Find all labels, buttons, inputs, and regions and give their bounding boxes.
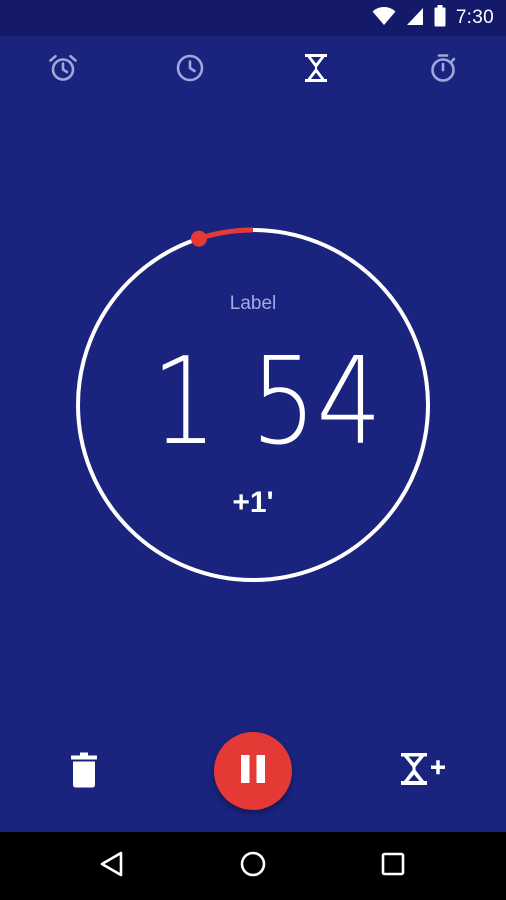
pause-icon [239,754,267,789]
signal-icon [406,6,424,31]
home-button[interactable] [233,846,273,886]
status-bar: 7:30 [0,0,506,36]
add-timer-icon [400,752,446,791]
alarm-clock-icon [48,53,78,88]
tab-bar [0,36,506,102]
add-minute-button[interactable]: +1' [0,486,506,520]
timer-minutes: 1 [151,333,218,472]
battery-icon [434,4,446,32]
delete-timer-button[interactable] [62,750,106,794]
tab-clock[interactable] [170,50,210,90]
add-timer-button[interactable] [398,748,448,794]
home-icon [239,850,267,883]
tab-stopwatch[interactable] [423,50,463,90]
hourglass-icon [303,53,329,88]
status-icons: 7:30 [372,4,494,32]
tab-timer[interactable] [296,50,336,90]
clock-icon [175,53,205,88]
progress-dot [190,230,207,247]
timer-label[interactable]: Label [0,293,506,315]
recents-icon [380,851,406,882]
recents-button[interactable] [373,846,413,886]
stopwatch-icon [428,53,458,88]
pause-button[interactable] [214,732,292,810]
trash-icon [70,752,98,793]
status-time: 7:30 [455,7,494,28]
timer-actions [0,726,506,816]
wifi-icon [372,6,396,31]
timer-seconds: 54 [250,333,383,472]
navigation-bar [0,832,506,900]
elapsed-arc [198,227,254,241]
timer-display[interactable]: 1 54 [0,338,506,468]
back-button[interactable] [92,846,132,886]
tab-alarm[interactable] [43,50,83,90]
back-icon [99,850,125,883]
